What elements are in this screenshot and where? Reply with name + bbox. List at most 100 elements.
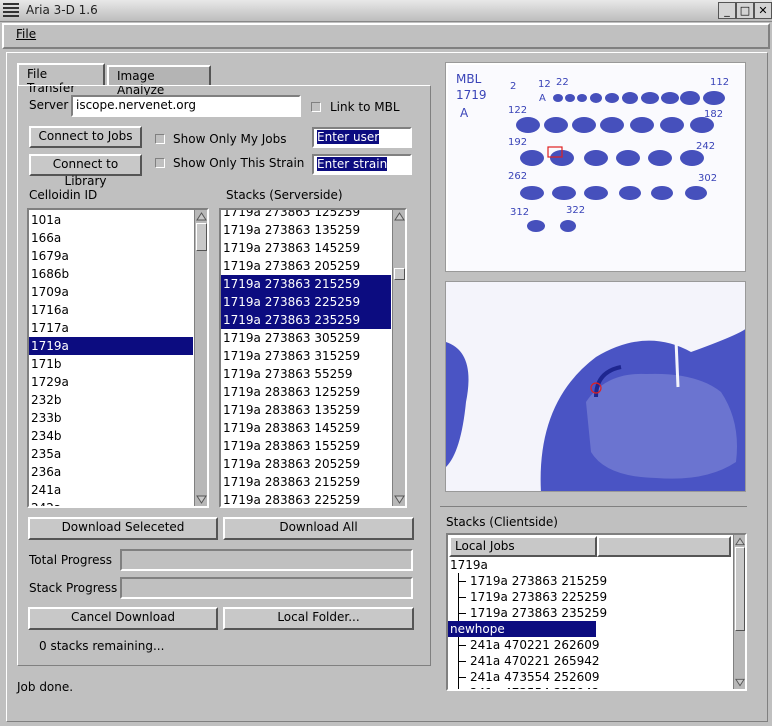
stack-list-item[interactable]: 1719a 273863 315259	[221, 347, 391, 365]
show-only-my-jobs-label: Show Only My Jobs	[173, 132, 287, 146]
user-input[interactable]: Enter user	[312, 127, 412, 148]
clientside-tree-item[interactable]: 241a 473554 255942	[448, 685, 734, 689]
celloidin-scrollbar[interactable]	[194, 210, 207, 506]
empty-column-header[interactable]	[597, 536, 731, 557]
stacks-scroll-thumb[interactable]	[394, 268, 405, 280]
celloidin-list-item[interactable]: 241a	[29, 481, 193, 499]
server-label: Server	[29, 98, 69, 112]
row-label: 192	[508, 137, 527, 148]
local-folder-button[interactable]: Local Folder...	[223, 607, 414, 630]
menu-file-label: File	[16, 27, 37, 41]
scroll-down-icon[interactable]	[196, 494, 207, 505]
stack-list-item[interactable]: 1719a 283863 125259	[221, 383, 391, 401]
strain-input[interactable]: Enter strain	[312, 154, 412, 175]
minimize-button[interactable]: _	[718, 2, 736, 19]
server-input[interactable]: iscope.nervenet.org	[71, 95, 301, 117]
window-title: Aria 3-D 1.6	[26, 3, 98, 17]
show-only-this-strain-checkbox[interactable]	[155, 158, 165, 168]
celloidin-list-item[interactable]: 101a	[29, 211, 193, 229]
download-all-button[interactable]: Download All	[223, 517, 414, 540]
stack-list-item[interactable]: 1719a 283863 215259	[221, 473, 391, 491]
local-jobs-column-header[interactable]: Local Jobs	[449, 536, 597, 557]
section-zoom-graphic	[446, 282, 745, 491]
celloidin-list-item[interactable]: 1679a	[29, 247, 193, 265]
stack-list-item[interactable]: 1719a 273863 225259	[221, 293, 391, 311]
clientside-tree-item[interactable]: 1719a 273863 215259	[448, 573, 734, 589]
show-only-this-strain-label: Show Only This Strain	[173, 156, 305, 170]
clientside-scrollbar[interactable]	[733, 535, 745, 689]
stack-list-item[interactable]: 1719a 273863 125259	[221, 210, 391, 221]
celloidin-list-item[interactable]: 1729a	[29, 373, 193, 391]
remaining-text: 0 stacks remaining...	[39, 639, 165, 653]
clientside-tree-item[interactable]: newhope	[448, 621, 596, 637]
clientside-tree-item[interactable]: 241a 470221 262609	[448, 637, 734, 653]
stacks-clientside-header: Stacks (Clientside)	[446, 515, 558, 529]
stack-list-item[interactable]: 1719a 283863 205259	[221, 455, 391, 473]
scroll-up-icon[interactable]	[735, 536, 745, 547]
link-mbl-checkbox[interactable]	[311, 102, 321, 112]
celloidin-list-item[interactable]: 171b	[29, 355, 193, 373]
celloidin-list-item[interactable]: 1719a	[29, 337, 193, 355]
clientside-tree-item[interactable]: 1719a 273863 235259	[448, 605, 734, 621]
stack-list-item[interactable]: 1719a 283863 225259	[221, 491, 391, 506]
window-menu-icon[interactable]	[3, 3, 19, 18]
clientside-tree-item[interactable]: 1719a	[448, 557, 734, 573]
stacks-serverside-header: Stacks (Serverside)	[226, 188, 343, 202]
celloidin-list-item[interactable]: 1686b	[29, 265, 193, 283]
user-input-value: Enter user	[317, 130, 380, 144]
celloidin-list-item[interactable]: 242a	[29, 499, 193, 506]
celloidin-list-item[interactable]: 166a	[29, 229, 193, 247]
celloidin-list-item[interactable]: 233b	[29, 409, 193, 427]
stack-list-item[interactable]: 1719a 273863 215259	[221, 275, 391, 293]
row-label: 312	[510, 207, 529, 218]
celloidin-list-item[interactable]: 1709a	[29, 283, 193, 301]
tab-image-analyze[interactable]: Image Analyze	[107, 65, 211, 97]
stack-list-item[interactable]: 1719a 283863 145259	[221, 419, 391, 437]
scroll-up-icon[interactable]	[196, 211, 207, 222]
clientside-tree-item[interactable]: 241a 473554 252609	[448, 669, 734, 685]
title-bar[interactable]	[0, 0, 772, 22]
menu-file[interactable]: File	[16, 27, 36, 41]
stack-list-item[interactable]: 1719a 273863 145259	[221, 239, 391, 257]
celloidin-list-item[interactable]: 236a	[29, 463, 193, 481]
maximize-button[interactable]: □	[736, 2, 754, 19]
row-label: 112	[710, 77, 729, 88]
stack-list-item[interactable]: 1719a 273863 305259	[221, 329, 391, 347]
clientside-tree-item[interactable]: 1719a 273863 225259	[448, 589, 734, 605]
celloidin-scroll-thumb[interactable]	[196, 223, 207, 251]
celloidin-list-item[interactable]: 1717a	[29, 319, 193, 337]
celloidin-list-item[interactable]: 234b	[29, 427, 193, 445]
clientside-scroll-thumb[interactable]	[735, 547, 745, 631]
menu-bar	[2, 23, 770, 49]
clientside-tree[interactable]: Local Jobs 1719a 1719a 273863 215259 1719a…	[446, 533, 747, 691]
stack-list-item[interactable]: 1719a 273863 55259	[221, 365, 391, 383]
celloidin-list-item[interactable]: 235a	[29, 445, 193, 463]
scroll-down-icon[interactable]	[394, 494, 405, 505]
scroll-down-icon[interactable]	[735, 677, 745, 688]
download-selected-button[interactable]: Download Seleceted	[28, 517, 218, 540]
connect-to-jobs-button[interactable]: Connect to Jobs	[29, 126, 142, 148]
celloidin-list-item[interactable]: 1716a	[29, 301, 193, 319]
celloidin-list[interactable]: 101a 166a 1679a 1686b 1709a 1716a 1717a 1719a 17…	[27, 208, 209, 508]
stacks-serverside-list[interactable]: 1719a 273863 125259 1719a 273863 135259 17…	[219, 208, 407, 508]
stack-list-item[interactable]: 1719a 273863 135259	[221, 221, 391, 239]
stack-list-item[interactable]: 1719a 283863 155259	[221, 437, 391, 455]
slide-overview-image[interactable]: MBL 1719 A 2 12 22 A 112 122 182 192 242…	[445, 62, 746, 272]
stack-list-item[interactable]: 1719a 273863 235259	[221, 311, 391, 329]
scroll-up-icon[interactable]	[394, 211, 405, 222]
connect-to-library-button[interactable]: Connect to Library	[29, 154, 142, 188]
show-only-my-jobs-checkbox[interactable]	[155, 134, 165, 144]
stack-progress-label: Stack Progress	[29, 581, 118, 595]
stack-list-item[interactable]: 1719a 273863 205259	[221, 257, 391, 275]
row-label: 262	[508, 171, 527, 182]
close-button[interactable]: ✕	[754, 2, 772, 19]
celloidin-list-item[interactable]: 232b	[29, 391, 193, 409]
row-label: 302	[698, 173, 717, 184]
section-zoom-image[interactable]	[445, 281, 746, 492]
stack-list-item[interactable]: 1719a 283863 135259	[221, 401, 391, 419]
stacks-scrollbar[interactable]	[392, 210, 405, 506]
cancel-download-button[interactable]: Cancel Download	[28, 607, 218, 630]
tab-file-transfer[interactable]: File Transfer	[17, 63, 105, 95]
clientside-tree-item[interactable]: 241a 470221 265942	[448, 653, 734, 669]
row-label: 12	[538, 79, 551, 90]
